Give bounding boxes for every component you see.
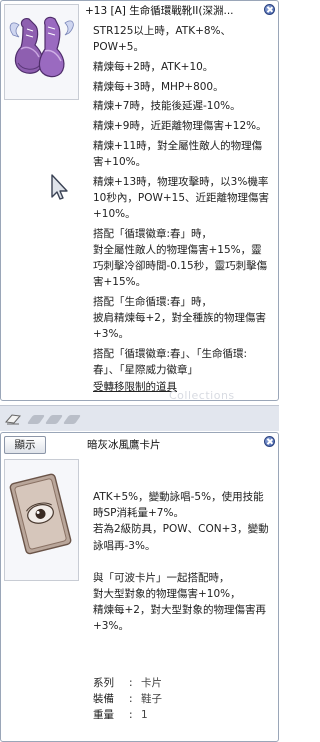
card-description: ATK+5%，變動詠唱-5%，使用技能時SP消耗量+7%。 若為2級防具，POW…	[93, 489, 271, 651]
card-image-frame	[4, 459, 79, 581]
desc-line: 精煉+11時，對全屬性敵人的物理傷害+10%。	[93, 139, 263, 168]
watermark: Collections	[169, 389, 235, 402]
desc-line: 精煉+9時，近距離物理傷害+12%。	[93, 120, 267, 133]
desc-line: 精煉每+2時，ATK+10。	[93, 60, 214, 73]
prop-key: 裝備	[93, 693, 114, 706]
card-title: 暗灰冰風鷹卡片	[87, 439, 161, 451]
mouse-cursor-icon	[51, 174, 68, 200]
prop-sep: :	[129, 709, 133, 722]
close-icon[interactable]	[264, 4, 275, 15]
item-title: +13 [A] 生命循環戰靴II(深淵...	[85, 5, 234, 17]
tab-icon	[5, 414, 21, 425]
card-info-window: 顯示 暗灰冰風鷹卡片 ATK+5%，變動詠唱-5%，使用技能時SP消耗量+7%。…	[0, 432, 279, 742]
item-info-window: +13 [A] 生命循環戰靴II(深淵... STR125以上時，ATK+8%、…	[0, 0, 279, 402]
item-description: STR125以上時，ATK+8%、POW+5。 精煉每+2時，ATK+10。 精…	[93, 23, 269, 393]
card-properties: 系列 : 卡片 裝備 : 鞋子 重量 : 1	[93, 675, 271, 724]
card-desc-para: ATK+5%，變動詠唱-5%，使用技能時SP消耗量+7%。 若為2級防具，POW…	[93, 491, 269, 552]
prop-value: 鞋子	[141, 693, 162, 706]
restriction-link[interactable]: 受轉移限制的道具	[93, 381, 177, 393]
desc-line: 精煉每+3時，MHP+800。	[93, 80, 224, 93]
close-icon[interactable]	[264, 436, 275, 447]
boots-icon	[9, 16, 74, 78]
show-button[interactable]: 顯示	[4, 436, 46, 454]
diamond-icon	[62, 415, 82, 424]
prop-value: 卡片	[141, 677, 162, 689]
diamond-icon	[26, 415, 46, 424]
card-icon	[9, 473, 72, 555]
prop-key: 系列	[93, 677, 114, 689]
item-image-frame	[4, 4, 79, 100]
desc-line: 精煉+7時，技能後延遲-10%。	[93, 100, 241, 113]
desc-line: STR125以上時，ATK+8%、POW+5。	[93, 25, 232, 54]
prop-value: 1	[141, 709, 148, 722]
card-desc-para: 與「可波卡片」一起搭配時， 對大型對象的物理傷害+10%， 精煉每+2，對大型對…	[93, 571, 266, 633]
prop-row: 裝備 : 鞋子	[93, 691, 271, 707]
prop-sep: :	[129, 677, 133, 689]
desc-line: 搭配「生命循環:春」時， 披肩精煉每+2，對全種族的物理傷害+3%。	[93, 296, 266, 341]
prop-key: 重量	[93, 709, 114, 722]
diamond-icon	[44, 415, 64, 424]
prop-row: 系列 : 卡片	[93, 675, 271, 691]
window-divider	[0, 405, 279, 431]
prop-row: 重量 : 1	[93, 707, 271, 723]
desc-line: 搭配「循環徽章:春」時， 對全屬性敵人的物理傷害+15%，靈巧刺擊冷卻時間-0.…	[93, 227, 268, 289]
desc-line: 搭配「循環徽章:春」、「生命循環:春」、「星際威力徽章」	[93, 348, 248, 377]
desc-line: 精煉+13時，物理攻擊時，以3%機率10秒內，POW+15、近距離物理傷害+10…	[93, 175, 269, 221]
prop-sep: :	[129, 693, 133, 706]
